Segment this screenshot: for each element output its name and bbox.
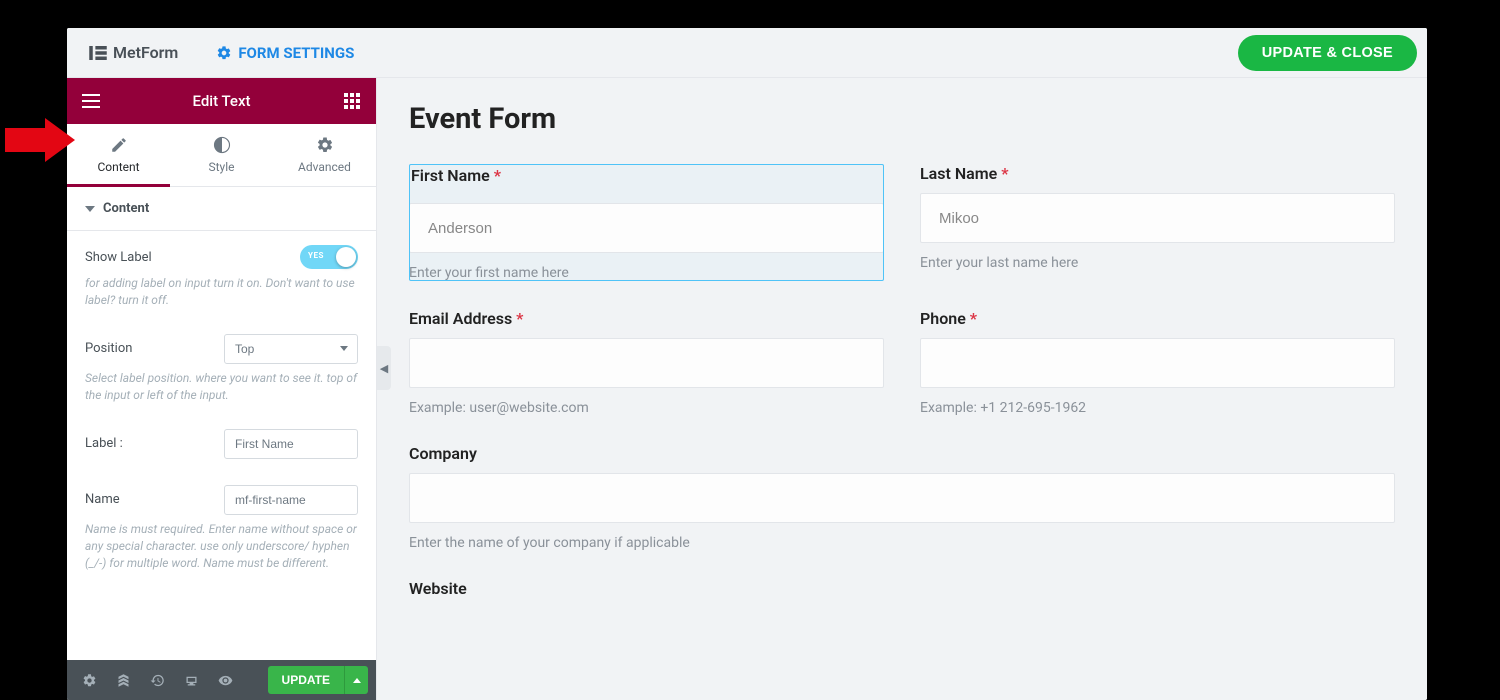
metform-logo: MetForm xyxy=(89,43,178,62)
field-first-name[interactable]: First Name * Enter your first name here xyxy=(409,164,884,281)
editor-sidebar: Edit Text Content Style Advanced xyxy=(67,78,377,700)
tab-content-label: Content xyxy=(97,160,139,174)
update-button[interactable]: UPDATE xyxy=(268,666,344,694)
tab-advanced-label: Advanced xyxy=(298,160,351,174)
update-close-button[interactable]: UPDATE & CLOSE xyxy=(1238,35,1417,71)
required-mark: * xyxy=(970,309,977,328)
form-title: Event Form xyxy=(409,102,1395,136)
panel-body: Content Show Label YES for adding label … xyxy=(67,187,376,700)
form-settings-label: FORM SETTINGS xyxy=(238,44,354,62)
grid-icon[interactable] xyxy=(342,91,362,111)
footer-preview-icon[interactable] xyxy=(211,666,239,694)
gear-small-icon xyxy=(316,136,334,154)
toggle-knob xyxy=(336,247,356,267)
tab-style-label: Style xyxy=(208,160,234,174)
preview-canvas[interactable]: Event Form First Name * Enter your first… xyxy=(377,78,1427,700)
collapse-sidebar-button[interactable]: ◀ xyxy=(377,346,391,390)
show-label-label: Show Label xyxy=(85,250,152,265)
last-name-help: Enter your last name here xyxy=(920,255,1395,271)
first-name-label: First Name * xyxy=(409,164,884,193)
caret-down-icon xyxy=(85,206,95,212)
tab-advanced[interactable]: Advanced xyxy=(273,124,376,187)
last-name-label: Last Name * xyxy=(920,164,1395,183)
position-label: Position xyxy=(85,341,132,356)
show-label-toggle[interactable]: YES xyxy=(300,245,358,269)
caret-up-icon xyxy=(353,678,361,683)
control-label: Label : xyxy=(67,415,376,465)
company-help: Enter the name of your company if applic… xyxy=(409,535,1395,551)
name-help: Name is must required. Enter name withou… xyxy=(67,521,376,623)
name-input[interactable] xyxy=(224,485,358,515)
tab-content[interactable]: Content xyxy=(67,124,170,187)
tab-style[interactable]: Style xyxy=(170,124,273,187)
label-input[interactable] xyxy=(224,429,358,459)
field-email[interactable]: Email Address * Example: user@website.co… xyxy=(409,309,884,416)
pencil-icon xyxy=(110,136,128,154)
elementor-logo-icon xyxy=(89,44,107,62)
company-label: Company xyxy=(409,444,1395,463)
required-mark: * xyxy=(516,309,523,328)
sidebar-header: Edit Text xyxy=(67,78,376,124)
section-content-header[interactable]: Content xyxy=(67,187,376,231)
control-name: Name xyxy=(67,465,376,521)
field-company[interactable]: Company Enter the name of your company i… xyxy=(409,444,1395,551)
editor-modal: MetForm FORM SETTINGS UPDATE & CLOSE Edi… xyxy=(67,28,1427,700)
field-last-name[interactable]: Last Name * Enter your last name here xyxy=(920,164,1395,281)
label-field-label: Label : xyxy=(85,436,123,451)
field-phone[interactable]: Phone * Example: +1 212-695-1962 xyxy=(920,309,1395,416)
modal-header: MetForm FORM SETTINGS UPDATE & CLOSE xyxy=(67,28,1427,78)
footer-gear-icon[interactable] xyxy=(75,666,103,694)
control-show-label: Show Label YES xyxy=(67,231,376,275)
app-name-label: MetForm xyxy=(113,43,178,62)
field-website[interactable]: Website xyxy=(409,579,1395,608)
gear-icon xyxy=(216,45,232,61)
show-label-help: for adding label on input turn it on. Do… xyxy=(67,275,376,320)
email-label: Email Address * xyxy=(409,309,884,328)
email-input[interactable] xyxy=(409,338,884,388)
toggle-state-text: YES xyxy=(308,251,324,260)
hamburger-icon[interactable] xyxy=(81,91,101,111)
first-name-help: Enter your first name here xyxy=(409,265,884,281)
phone-label: Phone * xyxy=(920,309,1395,328)
first-name-input[interactable] xyxy=(409,203,884,253)
panel-tabs: Content Style Advanced xyxy=(67,124,376,187)
contrast-icon xyxy=(213,136,231,154)
website-label: Website xyxy=(409,579,1395,598)
name-field-label: Name xyxy=(85,492,120,507)
footer-history-icon[interactable] xyxy=(143,666,171,694)
phone-help: Example: +1 212-695-1962 xyxy=(920,400,1395,416)
company-input[interactable] xyxy=(409,473,1395,523)
footer-responsive-icon[interactable] xyxy=(177,666,205,694)
form-settings-link[interactable]: FORM SETTINGS xyxy=(216,44,354,62)
phone-input[interactable] xyxy=(920,338,1395,388)
email-help: Example: user@website.com xyxy=(409,400,884,416)
footer-navigator-icon[interactable] xyxy=(109,666,137,694)
annotation-arrow xyxy=(5,128,45,152)
position-help: Select label position. where you want to… xyxy=(67,370,376,415)
section-content-label: Content xyxy=(103,201,149,216)
sidebar-footer: UPDATE xyxy=(67,660,376,700)
update-options-button[interactable] xyxy=(344,666,368,694)
sidebar-title: Edit Text xyxy=(192,92,250,110)
required-mark: * xyxy=(1001,164,1008,183)
required-mark: * xyxy=(494,166,501,185)
control-position: Position xyxy=(67,320,376,370)
last-name-input[interactable] xyxy=(920,193,1395,243)
position-select[interactable] xyxy=(224,334,358,364)
